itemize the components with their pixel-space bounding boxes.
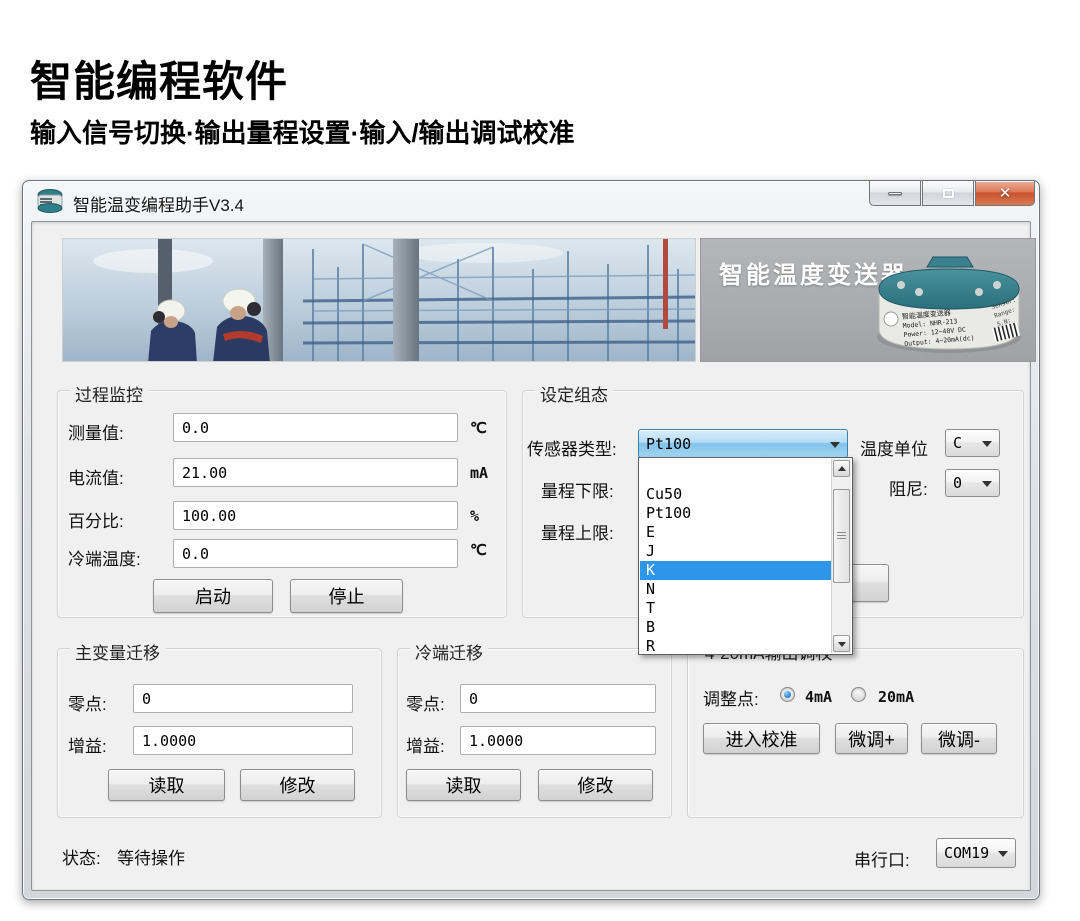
group-pv-migration: 主变量迁移 零点: 增益: 读取 修改 [57,648,382,818]
current-value-label: 电流值: [68,464,124,489]
group-title-pv-migration: 主变量迁移 [70,639,165,664]
scrollbar-thumb[interactable] [833,489,850,583]
product-image: 智能温度变送器 Model: NHR-213 Power: 12~40V DC … [867,245,1035,364]
client-area: 智能温度变送器 [31,221,1031,891]
dropdown-item[interactable]: E [640,523,831,542]
sensor-type-combo[interactable]: Pt100 [638,429,848,458]
maximize-button[interactable] [922,181,974,206]
scroll-down-icon[interactable] [833,635,850,652]
group-process-monitor: 过程监控 测量值: ℃ 电流值: mA 百分比: % 冷端温度: ℃ 启动 停止 [57,390,507,618]
banner-panel: 智能温度变送器 [700,238,1036,362]
fine-tune-plus-button[interactable]: 微调+ [835,723,908,754]
chevron-down-icon [982,481,992,487]
cj-zero-field[interactable] [460,684,656,713]
dropdown-item[interactable] [640,459,831,485]
page-title: 智能编程软件 [30,48,288,109]
current-value-unit: mA [470,464,488,482]
radio-4ma[interactable] [780,687,795,702]
cj-gain-label: 增益: [406,732,445,757]
chevron-down-icon [830,442,840,448]
dropdown-item[interactable]: B [640,618,831,637]
group-output-calibration: 4-20mA输出调校 调整点: 4mA 20mA 进入校准 微调+ 微调- [687,648,1024,818]
pv-gain-label: 增益: [68,732,107,757]
radio-20ma-label: 20mA [878,688,914,706]
damping-combo[interactable]: 0 [945,469,1000,497]
range-low-label: 量程下限: [541,477,614,502]
dropdown-item[interactable]: Cu50 [640,485,831,504]
group-title-config: 设定组态 [535,381,613,406]
group-cj-migration: 冷端迁移 零点: 增益: 读取 修改 [397,648,672,818]
start-button[interactable]: 启动 [153,579,273,613]
banner-photo [62,238,696,362]
dropdown-item[interactable]: N [640,580,831,599]
percent-label: 百分比: [68,507,124,532]
cj-zero-label: 零点: [406,690,445,715]
dropdown-item-selected[interactable]: K [640,561,831,580]
fine-tune-minus-button[interactable]: 微调- [921,723,997,754]
pv-zero-field[interactable] [133,684,353,713]
percent-unit: % [470,507,479,525]
temp-unit-label: 温度单位 [860,435,928,460]
cold-junction-temp-unit: ℃ [470,541,487,559]
cold-junction-temp-label: 冷端温度: [68,545,141,570]
damping-value: 0 [953,474,962,492]
serial-port-value: COM19 [944,844,989,862]
cj-modify-button[interactable]: 修改 [538,769,653,801]
dropdown-item[interactable]: R [640,637,831,656]
measured-value-field[interactable] [173,413,458,442]
chevron-down-icon [982,441,992,447]
app-window: 智能温变编程助手V3.4 ✕ [22,180,1040,900]
window-controls: ✕ [869,181,1036,207]
dropdown-item[interactable]: Pt100 [640,504,831,523]
sensor-type-options: Cu50 Pt100 E J K N T B R [640,459,831,653]
measured-value-label: 测量值: [68,419,124,444]
group-title-process-monitor: 过程监控 [70,381,148,406]
app-icon [37,188,65,214]
sensor-type-value: Pt100 [646,435,691,453]
temp-unit-value: C [953,434,962,452]
radio-4ma-label: 4mA [805,688,832,706]
minimize-button[interactable] [869,181,921,206]
dropdown-item[interactable]: J [640,542,831,561]
page-root: 智能编程软件 输入信号切换·输出量程设置·输入/输出调试校准 智能温变编程助手V… [0,0,1080,921]
chevron-down-icon [998,851,1008,857]
cold-junction-temp-field[interactable] [173,539,458,568]
percent-field[interactable] [173,501,458,530]
stop-button[interactable]: 停止 [290,579,403,613]
pv-gain-field[interactable] [133,726,353,755]
range-high-label: 量程上限: [541,519,614,544]
dropdown-item[interactable]: T [640,599,831,618]
sensor-type-label: 传感器类型: [527,435,617,460]
close-icon: ✕ [999,184,1012,202]
window-title: 智能温变编程助手V3.4 [73,191,244,216]
maximize-icon [943,189,954,198]
cj-read-button[interactable]: 读取 [406,769,521,801]
window-titlebar[interactable]: 智能温变编程助手V3.4 ✕ [23,181,1039,221]
pv-zero-label: 零点: [68,690,107,715]
adjust-point-label: 调整点: [703,685,759,710]
pv-modify-button[interactable]: 修改 [240,769,355,801]
serial-port-label: 串行口: [854,846,910,871]
measured-value-unit: ℃ [470,419,487,437]
cj-gain-field[interactable] [460,726,656,755]
banner-photo-illustration [63,239,696,362]
status-value: 等待操作 [117,844,185,869]
temp-unit-combo[interactable]: C [945,429,1000,457]
serial-port-combo[interactable]: COM19 [936,838,1016,868]
scroll-up-icon[interactable] [833,460,850,477]
radio-20ma[interactable] [851,687,866,702]
group-title-cj-migration: 冷端迁移 [410,639,488,664]
enter-calibration-button[interactable]: 进入校准 [703,723,820,754]
sensor-type-dropdown-list: Cu50 Pt100 E J K N T B R [638,457,853,655]
damping-label: 阻尼: [889,475,928,500]
current-value-field[interactable] [173,458,458,487]
minimize-icon [888,192,902,195]
pv-read-button[interactable]: 读取 [108,769,225,801]
dropdown-scrollbar[interactable] [831,459,851,653]
close-button[interactable]: ✕ [975,181,1035,206]
page-subtitle: 输入信号切换·输出量程设置·输入/输出调试校准 [30,113,575,150]
status-label: 状态: [62,844,101,869]
